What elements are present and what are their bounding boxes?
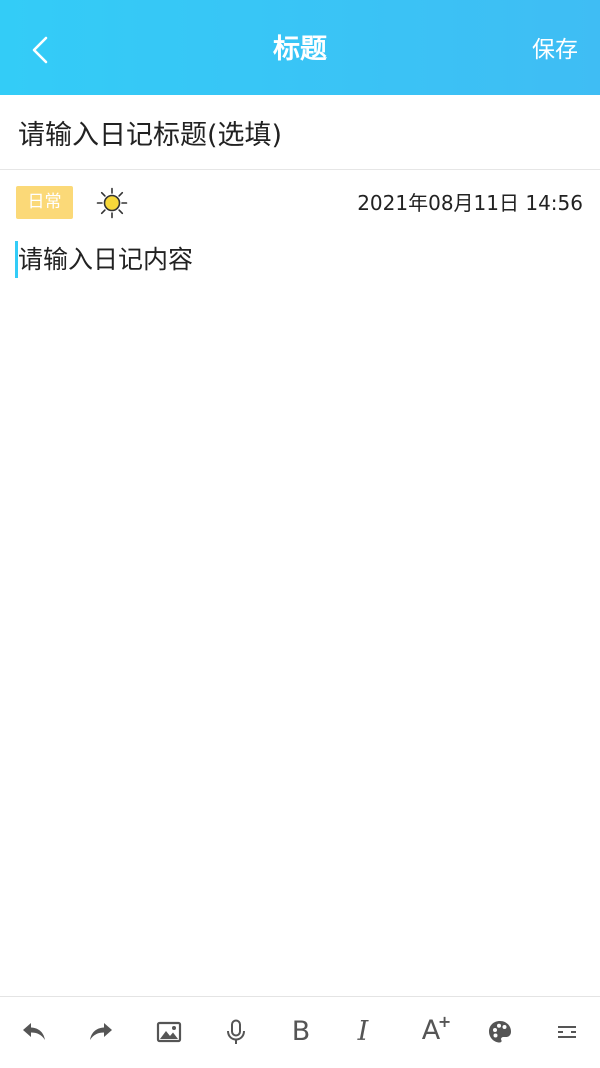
image-icon	[156, 1021, 182, 1043]
page-title: 标题	[273, 34, 327, 65]
redo-button[interactable]	[83, 1014, 119, 1050]
microphone-icon	[227, 1019, 245, 1044]
diary-title-input[interactable]	[18, 112, 578, 158]
color-button[interactable]	[482, 1014, 518, 1050]
divider	[0, 169, 600, 170]
format-toolbar: B I A +	[0, 996, 600, 1068]
undo-button[interactable]	[16, 1014, 52, 1050]
category-tag[interactable]: 日常	[16, 186, 73, 219]
diary-datetime[interactable]: 2021年08月11日 14:56	[357, 189, 583, 217]
insert-image-button[interactable]	[151, 1014, 187, 1050]
more-icon	[558, 1026, 576, 1038]
palette-icon	[489, 1021, 511, 1043]
italic-button[interactable]: I	[345, 1014, 381, 1050]
font-size-plus: +	[437, 1011, 452, 1031]
bold-button[interactable]: B	[283, 1014, 319, 1050]
more-options-button[interactable]	[549, 1014, 585, 1050]
sun-icon	[96, 187, 128, 219]
font-size-button[interactable]: A +	[410, 1012, 452, 1052]
save-button[interactable]: 保存	[532, 34, 578, 66]
italic-icon: I	[357, 1016, 369, 1047]
redo-icon	[90, 1023, 112, 1040]
undo-icon	[23, 1023, 45, 1040]
bold-icon: B	[291, 1016, 311, 1047]
diary-content-input[interactable]	[18, 242, 580, 982]
app-header: 标题 保存	[0, 0, 600, 95]
voice-input-button[interactable]	[218, 1014, 254, 1050]
font-size-icon: A +	[422, 1012, 451, 1052]
weather-selector[interactable]	[96, 187, 128, 219]
